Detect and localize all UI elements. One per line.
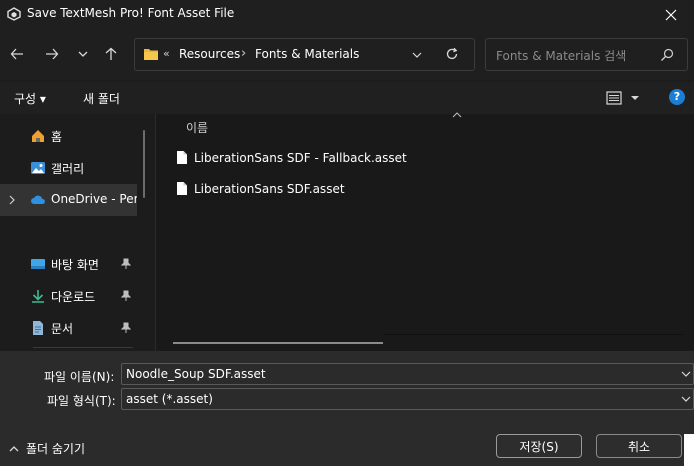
file-name: LiberationSans SDF.asset [194, 182, 345, 196]
gallery-icon [31, 162, 45, 174]
pin-icon [121, 322, 131, 333]
filename-input[interactable]: Noodle_Soup SDF.asset [121, 363, 694, 385]
sidebar-item-gallery[interactable]: 갤러리 [0, 152, 137, 184]
refresh-icon[interactable] [445, 47, 459, 61]
filetype-value: asset (*.asset) [126, 392, 213, 406]
list-item[interactable]: LiberationSans SDF - Fallback.asset [172, 145, 432, 171]
sidebar-item-label: OneDrive - Pers [51, 192, 137, 206]
arrow-right-icon [46, 48, 59, 60]
chevron-right-icon[interactable] [7, 194, 17, 206]
title-bar: Save TextMesh Pro! Font Asset File [0, 0, 694, 30]
filetype-select[interactable]: asset (*.asset) [121, 388, 694, 410]
breadcrumb-overflow[interactable]: « [163, 47, 170, 60]
view-options-button[interactable] [606, 90, 642, 109]
window-title: Save TextMesh Pro! Font Asset File [27, 6, 235, 20]
filetype-label: 파일 형식(T): [47, 394, 116, 408]
new-folder-button[interactable]: 새 폴더 [83, 90, 120, 107]
pin-icon [121, 290, 131, 301]
breadcrumb-separator: › [241, 46, 247, 61]
address-bar[interactable]: « Resources › Fonts & Materials [134, 38, 475, 71]
sidebar-item-label: 다운로드 [51, 290, 96, 304]
save-button[interactable]: 저장(S) [496, 434, 582, 458]
sort-ascending-icon [452, 112, 462, 118]
sidebar-item-label: 홈 [51, 130, 63, 144]
pin-icon [121, 258, 131, 269]
file-icon [177, 182, 187, 195]
sidebar-scrollbar[interactable] [143, 130, 145, 198]
organize-button[interactable]: 구성 ▾ [14, 90, 46, 107]
file-name: LiberationSans SDF - Fallback.asset [194, 151, 407, 165]
window-edge [684, 434, 694, 466]
breadcrumb-resources[interactable]: Resources [179, 47, 240, 61]
sidebar-item-label: 문서 [51, 322, 74, 336]
back-button[interactable] [5, 42, 29, 66]
sidebar-item-label: 바탕 화면 [51, 258, 99, 272]
hide-folders-toggle[interactable]: 폴더 숨기기 [8, 440, 85, 457]
breadcrumb-fonts-materials[interactable]: Fonts & Materials [255, 47, 359, 61]
cancel-button[interactable]: 취소 [596, 434, 682, 458]
arrow-up-icon [105, 47, 117, 60]
filename-label: 파일 이름(N): [44, 370, 115, 384]
forward-button[interactable] [40, 42, 64, 66]
chevron-up-icon [9, 445, 19, 451]
close-button[interactable] [660, 4, 682, 26]
close-icon [665, 9, 677, 21]
search-placeholder: Fonts & Materials 검색 [496, 49, 627, 63]
view-list-icon [606, 91, 639, 105]
help-button[interactable]: ? [669, 89, 685, 105]
sidebar-item-downloads[interactable]: 다운로드 [0, 280, 137, 312]
document-icon [33, 321, 43, 335]
sidebar-item-home[interactable]: 홈 [0, 120, 137, 152]
desktop-icon [31, 259, 45, 269]
sidebar-item-label: 갤러리 [51, 162, 85, 176]
chevron-down-icon[interactable] [680, 368, 692, 380]
recent-locations-button[interactable] [71, 42, 95, 66]
home-icon [32, 130, 44, 142]
filename-value: Noodle_Soup SDF.asset [126, 367, 266, 381]
search-icon [661, 48, 674, 61]
cloud-icon [31, 195, 45, 204]
sidebar-divider [33, 347, 133, 348]
list-item[interactable]: LiberationSans SDF.asset [172, 176, 432, 202]
hide-folders-label: 폴더 숨기기 [26, 442, 86, 456]
address-dropdown-icon[interactable] [411, 49, 423, 61]
folder-icon [144, 49, 158, 60]
download-icon [32, 290, 44, 303]
search-box[interactable]: Fonts & Materials 검색 [485, 38, 688, 71]
unity-app-icon [7, 7, 21, 21]
chevron-down-icon[interactable] [680, 393, 692, 405]
sidebar-item-desktop[interactable]: 바탕 화면 [0, 248, 137, 280]
sidebar-item-documents[interactable]: 문서 [0, 312, 137, 344]
horizontal-scrollbar[interactable] [173, 342, 383, 344]
file-icon [177, 151, 187, 164]
arrow-left-icon [10, 48, 23, 60]
list-divider [383, 334, 683, 335]
up-button[interactable] [99, 42, 123, 66]
chevron-down-icon [78, 51, 88, 57]
column-header-name[interactable]: 이름 [186, 119, 208, 136]
sidebar-item-onedrive[interactable]: OneDrive - Pers [0, 184, 137, 216]
